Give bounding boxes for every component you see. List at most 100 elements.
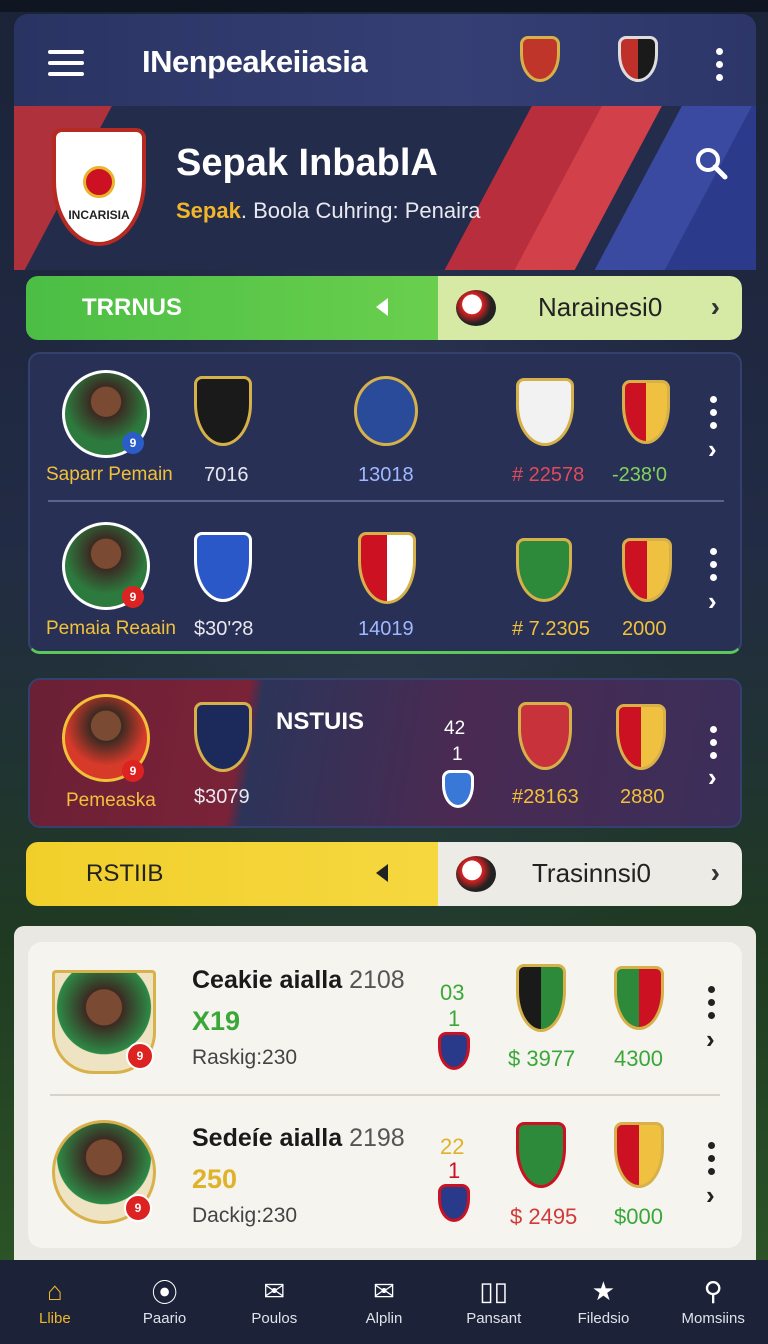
nav-item-home[interactable]: ⌂ Llibe xyxy=(0,1260,110,1344)
team-crest-icon xyxy=(516,538,572,602)
stat-value: -238'0 xyxy=(612,464,667,486)
caret-left-icon[interactable] xyxy=(376,298,388,316)
more-options-icon[interactable] xyxy=(710,396,718,435)
stat-value: $ 3977 xyxy=(508,1046,576,1071)
team-crest-icon xyxy=(516,964,566,1032)
team-crest-icon[interactable] xyxy=(520,36,560,82)
more-options-icon[interactable] xyxy=(716,48,724,87)
stat-value: 13018 xyxy=(358,464,414,486)
stat-small-bottom: 1 xyxy=(448,1006,461,1031)
stat-value: 2000 xyxy=(622,618,667,640)
team-crest-icon xyxy=(354,376,418,446)
trending-label: TRRNUS xyxy=(82,294,182,321)
hero-header: INCARISIA Sepak InbablA Sepak. Boola Cuh… xyxy=(14,106,756,270)
results-bar[interactable]: RSTIIB Trasinnsi0 › xyxy=(26,842,742,906)
team-crest-icon xyxy=(442,770,474,808)
star-icon: ★ xyxy=(591,1276,616,1306)
home-icon: ⌂ xyxy=(47,1276,63,1306)
player-badge-icon: 9 xyxy=(122,586,144,608)
player-name[interactable]: Pemeaska xyxy=(66,790,156,812)
chevron-right-icon[interactable]: › xyxy=(711,291,720,323)
nav-item-book[interactable]: ▯▯ Pansant xyxy=(439,1260,549,1344)
subtitle-text: Boola Cuhring: Penaira xyxy=(253,198,481,223)
mascot-icon xyxy=(456,856,496,892)
status-bar xyxy=(0,0,768,12)
caret-left-icon[interactable] xyxy=(376,864,388,882)
club-crest-icon[interactable] xyxy=(618,36,658,82)
page-subtitle: Sepak. Boola Cuhring: Penaira xyxy=(176,198,481,223)
chevron-right-icon[interactable]: › xyxy=(711,857,720,889)
player-badge-icon: 9 xyxy=(124,1194,152,1222)
card-label: NSTUIS xyxy=(276,708,365,735)
player-rank: Raskig:230 xyxy=(192,1046,298,1069)
subtitle-accent: Sepak xyxy=(176,198,241,223)
more-options-icon[interactable] xyxy=(708,986,716,1025)
row-divider xyxy=(50,1094,720,1096)
mail-icon: ✉ xyxy=(263,1276,286,1306)
stat-value: 14019 xyxy=(358,618,414,640)
player-name[interactable]: Ceakie aialla 2108 xyxy=(192,966,405,995)
team-crest-icon xyxy=(438,1032,470,1070)
stat-value: 2880 xyxy=(620,786,665,808)
team-crest-icon xyxy=(616,704,666,770)
match-card-1: 9 Saparr Pemain 7016 13018 # 22578 -238'… xyxy=(28,352,742,654)
stat-value: $3079 xyxy=(194,786,250,808)
chevron-right-icon[interactable]: › xyxy=(708,436,717,462)
nav-item-location[interactable]: ⦿ Paario xyxy=(110,1260,220,1344)
match-card-2: 9 Pemeaska $3079 NSTUIS 42 1 #28163 2880… xyxy=(28,678,742,828)
stat-value: $000 xyxy=(614,1204,663,1229)
bottom-navigation: ⌂ Llibe ⦿ Paario ✉ Poulos ✉ Alplin ▯▯ Pa… xyxy=(0,1260,768,1344)
search-icon[interactable] xyxy=(694,146,728,180)
team-crest-icon xyxy=(622,380,670,444)
user-search-icon: ⚲ xyxy=(703,1276,723,1306)
nav-item-star[interactable]: ★ Filedsio xyxy=(549,1260,659,1344)
player-value: 250 xyxy=(192,1164,238,1194)
player-rank: Dackig:230 xyxy=(192,1204,298,1227)
team-crest-icon xyxy=(194,532,252,602)
stat-value: $30'?8 xyxy=(194,618,254,640)
more-options-icon[interactable] xyxy=(708,1142,716,1181)
chevron-right-icon[interactable]: › xyxy=(706,1182,715,1208)
chevron-right-icon[interactable]: › xyxy=(708,764,717,790)
federation-crest: INCARISIA xyxy=(52,128,146,246)
menu-icon[interactable] xyxy=(48,50,84,76)
player-name[interactable]: Sedeíe aialla 2198 xyxy=(192,1124,405,1153)
stat-value: # 7.2305 xyxy=(512,618,590,640)
stat-value: $ 2495 xyxy=(510,1204,578,1229)
crest-text: INCARISIA xyxy=(68,208,130,222)
app-bar: INenpeakeiiasia xyxy=(14,14,756,106)
player-name[interactable]: Saparr Pemain xyxy=(46,464,173,486)
nav-item-envelope[interactable]: ✉ Alplin xyxy=(329,1260,439,1344)
envelope-icon: ✉ xyxy=(373,1276,395,1306)
app-title: INenpeakeiiasia xyxy=(142,44,368,79)
team-crest-icon xyxy=(358,532,416,604)
trending-right-label: Narainesi0 xyxy=(538,292,663,322)
more-options-icon[interactable] xyxy=(710,548,718,587)
mascot-icon xyxy=(456,290,496,326)
more-options-icon[interactable] xyxy=(710,726,718,765)
location-pin-icon: ⦿ xyxy=(151,1278,178,1308)
team-crest-icon xyxy=(438,1184,470,1222)
nav-item-search-user[interactable]: ⚲ Momsiins xyxy=(658,1260,768,1344)
nav-item-mail[interactable]: ✉ Poulos xyxy=(219,1260,329,1344)
row-divider xyxy=(48,500,724,502)
results-right-label: Trasinnsi0 xyxy=(532,858,651,888)
ball-emblem-icon xyxy=(83,166,115,198)
chevron-right-icon[interactable]: › xyxy=(706,1026,715,1052)
trending-bar[interactable]: TRRNUS Narainesi0 › xyxy=(26,276,742,340)
player-badge-icon: 9 xyxy=(126,1042,154,1070)
stat-value: # 22578 xyxy=(512,464,585,486)
team-crest-icon xyxy=(516,1122,566,1188)
team-crest-icon xyxy=(516,378,574,446)
stat-value: 4300 xyxy=(614,1046,663,1071)
stat-small-bottom: 1 xyxy=(452,744,463,765)
player-value: X19 xyxy=(192,1006,241,1036)
player-badge-icon: 9 xyxy=(122,432,144,454)
player-name[interactable]: Pemaia Reaain xyxy=(46,618,176,640)
stat-small-bottom: 1 xyxy=(448,1158,461,1183)
team-crest-icon xyxy=(614,1122,664,1188)
team-crest-icon xyxy=(622,538,672,602)
team-crest-icon xyxy=(194,376,252,446)
chevron-right-icon[interactable]: › xyxy=(708,588,717,614)
player-badge-icon: 9 xyxy=(122,760,144,782)
